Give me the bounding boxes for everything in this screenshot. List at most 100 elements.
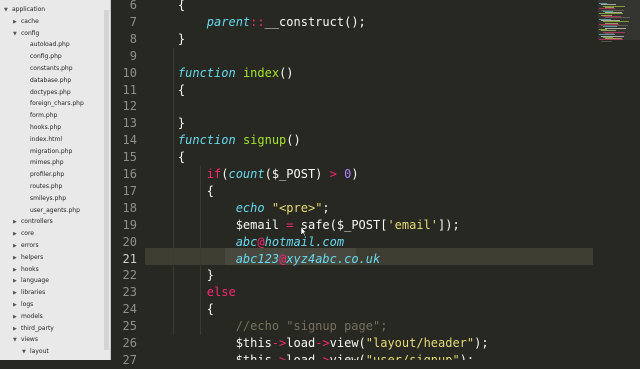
line-number: 18 <box>122 200 137 215</box>
line-number: 11 <box>122 82 137 97</box>
code-line[interactable]: } <box>149 31 185 48</box>
tree-file[interactable]: ▶foreign_chars.php <box>22 99 84 109</box>
line-number: 26 <box>122 336 137 350</box>
tree-item-label: cache <box>21 17 39 25</box>
code-line[interactable]: { <box>149 149 185 166</box>
tree-file[interactable]: ▶mimes.php <box>22 158 64 168</box>
minimap-viewport[interactable] <box>598 0 640 40</box>
code-token: echo <box>235 200 265 215</box>
tree-folder[interactable]: ▶ models <box>13 312 43 322</box>
code-line[interactable]: abc123@xyz4abc.co.uk <box>149 251 381 268</box>
code-line[interactable]: parent::__construct(); <box>149 14 366 31</box>
tree-item-label: models <box>21 312 43 320</box>
code-line[interactable]: $this->load->view("user/signup"); <box>149 352 474 360</box>
line-number: 21 <box>122 251 137 266</box>
code-line[interactable]: } <box>149 115 185 132</box>
code-token: { <box>177 82 186 97</box>
tree-folder[interactable]: ▼ config <box>13 29 39 39</box>
code-token: abc <box>235 234 258 249</box>
code-line[interactable]: { <box>149 0 185 14</box>
code-token: = <box>286 217 294 232</box>
code-line[interactable]: function signup() <box>149 132 301 149</box>
code-line[interactable]: function index() <box>149 65 294 82</box>
tree-item-label: migration.php <box>30 147 73 155</box>
line-number: 25 <box>122 319 137 334</box>
tree-folder[interactable]: ▶ core <box>13 229 34 239</box>
line-number: 15 <box>122 150 137 165</box>
tree-item-label: hooks.php <box>30 124 62 131</box>
tree-file[interactable]: ▶doctypes.php <box>22 88 71 98</box>
line-number: 6 <box>129 0 137 12</box>
tree-folder[interactable]: ▶ third_party <box>13 324 54 334</box>
tree-folder[interactable]: ▶ controllers <box>13 217 53 227</box>
tree-file[interactable]: ▶hooks.php <box>22 123 61 133</box>
code-token: index <box>242 65 280 80</box>
code-line[interactable]: //echo "signup page"; <box>149 318 388 335</box>
tree-item-label: logs <box>21 301 34 308</box>
tree-item-label: autoload.php <box>30 41 70 49</box>
tree-file[interactable]: ▶routes.php <box>22 182 62 192</box>
tree-file[interactable]: ▶autoload.php <box>22 40 70 50</box>
tree-file[interactable]: ▶constants.php <box>22 64 73 74</box>
code-line[interactable]: { <box>149 301 214 318</box>
code-token: () <box>286 133 301 148</box>
tree-folder[interactable]: ▶ hooks <box>13 265 39 275</box>
code-token: function <box>177 133 236 148</box>
code-token: { <box>206 183 215 198</box>
tree-folder[interactable]: ▼ application <box>4 5 45 15</box>
code-line[interactable]: abc@hotmail.com <box>149 234 344 251</box>
tree-item-label: mimes.php <box>30 159 64 167</box>
tree-item-label: index.html <box>30 135 62 143</box>
tree-item-label: views <box>21 336 38 344</box>
tree-folder[interactable]: ▼ layout <box>22 347 49 357</box>
code-line[interactable]: { <box>149 82 185 99</box>
tree-file[interactable]: ▶profiler.php <box>22 170 64 180</box>
tree-folder[interactable]: ▶ logs <box>13 300 33 310</box>
tree-file[interactable]: ▶config.php <box>22 52 62 62</box>
tree-folder[interactable]: ▼ views <box>13 335 38 345</box>
minimap-line <box>601 40 612 42</box>
code-token: if <box>206 167 222 181</box>
tree-file[interactable]: ▶form.php <box>22 111 57 121</box>
tree-file[interactable]: ▶migration.php <box>22 147 72 157</box>
tree-file[interactable]: ▶database.php <box>22 76 71 86</box>
code-token: } <box>177 31 186 46</box>
tree-item-label: foreign_chars.php <box>30 100 84 108</box>
tree-folder[interactable]: ▶ helpers <box>13 253 43 263</box>
tree-folder[interactable]: ▶ language <box>13 276 49 286</box>
line-number: 7 <box>129 14 137 29</box>
line-number: 14 <box>122 133 137 148</box>
code-line[interactable]: if(count($_POST) > 0) <box>149 166 359 183</box>
tree-item-label: libraries <box>21 289 46 297</box>
code-token: "layout/header" <box>365 336 475 350</box>
tree-file[interactable]: ▶user_agents.php <box>22 206 80 216</box>
code-line[interactable]: { <box>149 183 214 200</box>
code-editor[interactable]: { parent::__construct(); } function inde… <box>145 0 593 360</box>
tree-folder[interactable]: ▶ libraries <box>13 288 45 298</box>
code-line[interactable]: } <box>149 267 214 284</box>
code-token: parent <box>206 14 251 29</box>
code-line[interactable]: echo "<pre>"; <box>149 200 330 217</box>
chevron-right-icon: ▶ <box>13 243 17 249</box>
line-number: 17 <box>122 183 137 198</box>
tree-folder[interactable]: ▶ cache <box>13 17 39 27</box>
tree-folder[interactable]: ▶ errors <box>13 241 39 251</box>
minimap[interactable] <box>593 0 640 360</box>
tree-file[interactable]: ▶smileys.php <box>22 194 66 204</box>
code-line[interactable]: else <box>149 284 236 301</box>
tree-file[interactable]: ▶index.html <box>22 135 62 145</box>
tree-item-label: doctypes.php <box>30 88 71 96</box>
tree-item-label: helpers <box>21 253 44 261</box>
code-line[interactable]: $this->load->view("layout/header"); <box>149 335 489 352</box>
chevron-down-icon: ▼ <box>4 7 8 13</box>
